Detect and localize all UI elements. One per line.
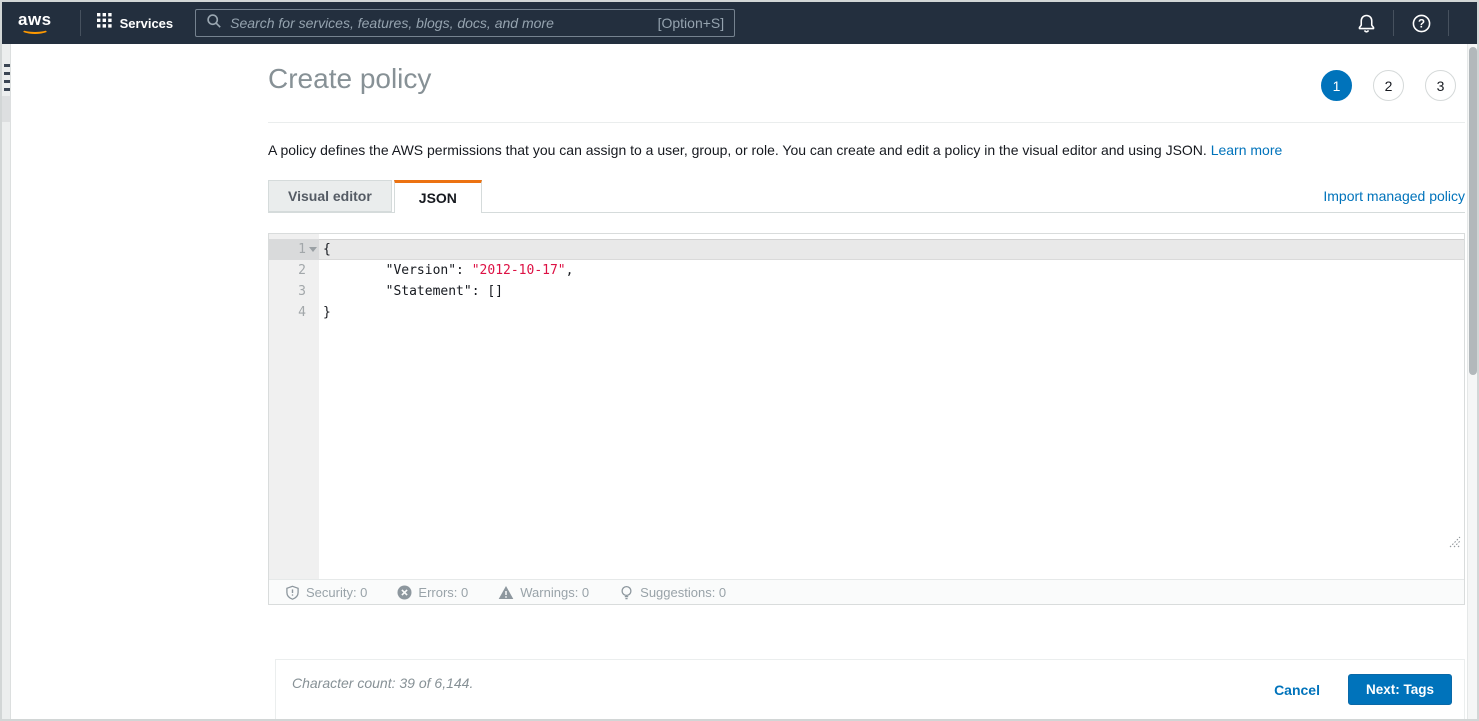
services-menu[interactable]: Services	[93, 13, 178, 33]
code-string-token: "2012-10-17"	[471, 263, 566, 278]
code-text: "Statement": []	[323, 284, 504, 299]
next-tags-button[interactable]: Next: Tags	[1347, 674, 1452, 705]
json-policy-editor[interactable]: 1 { 2 "Version": "2012-10-17", 3 "Statem…	[268, 233, 1465, 605]
tab-json[interactable]: JSON	[393, 180, 482, 213]
editor-resize-handle[interactable]	[1447, 534, 1461, 548]
header-divider	[268, 122, 1465, 123]
editor-status-bar: Security: 0 Errors: 0 Warnings: 0 Sugges…	[269, 579, 1464, 604]
bell-icon	[1358, 14, 1374, 33]
line-number: 3	[298, 284, 306, 299]
code-text: }	[323, 305, 331, 320]
hamburger-menu-icon	[4, 88, 10, 91]
shield-icon	[286, 585, 299, 600]
search-shortcut-hint: [Option+S]	[657, 15, 725, 31]
svg-text:?: ?	[1417, 18, 1424, 30]
code-plain: "Version":	[323, 263, 472, 278]
aws-smile-swoosh	[20, 25, 49, 34]
step-3-indicator: 3	[1425, 70, 1456, 101]
help-button[interactable]: ?	[1406, 8, 1436, 38]
step-1-indicator: 1	[1321, 70, 1352, 101]
page-title: Create policy	[268, 63, 432, 94]
learn-more-link[interactable]: Learn more	[1211, 142, 1283, 158]
aws-logo[interactable]: aws	[18, 11, 52, 34]
warnings-status-label: Warnings: 0	[520, 584, 590, 600]
errors-status-label: Errors: 0	[418, 584, 469, 600]
editor-tabbar: Visual editor JSON Import managed policy	[268, 180, 1465, 213]
character-count: Character count: 39 of 6,144.	[292, 675, 474, 691]
footer-actions: Cancel Next: Tags	[1274, 674, 1452, 705]
code-text: "Version": "2012-10-17",	[319, 260, 1464, 281]
security-status: Security: 0	[285, 585, 367, 600]
page-scrollbar[interactable]	[1467, 44, 1477, 719]
code-line[interactable]: 3 "Statement": []	[269, 281, 1464, 302]
topbar-divider	[1393, 10, 1394, 36]
hamburger-menu-icon	[4, 80, 10, 83]
search-placeholder: Search for services, features, blogs, do…	[230, 15, 554, 31]
rail-shadow-block	[2, 96, 11, 122]
tab-visual-editor[interactable]: Visual editor	[268, 180, 392, 212]
topbar-divider	[1448, 10, 1449, 36]
policy-description-text: A policy defines the AWS permissions tha…	[268, 141, 1449, 159]
wizard-steps: 1 2 3	[1321, 70, 1456, 101]
warnings-status: Warnings: 0	[498, 585, 589, 600]
code-line[interactable]: 1 {	[269, 239, 1464, 260]
collapsed-sidebar-rail[interactable]	[2, 44, 11, 719]
wizard-footer: Character count: 39 of 6,144. Cancel Nex…	[275, 659, 1465, 719]
lightbulb-icon	[621, 585, 632, 599]
line-number: 4	[298, 305, 306, 320]
warning-icon	[498, 585, 514, 599]
hamburger-menu-icon	[4, 64, 10, 67]
services-grid-icon	[96, 13, 112, 33]
notifications-button[interactable]	[1351, 8, 1381, 38]
suggestions-status-label: Suggestions: 0	[640, 584, 727, 600]
line-number: 2	[298, 263, 306, 278]
code-rows: 1 { 2 "Version": "2012-10-17", 3 "Statem…	[269, 239, 1464, 323]
hamburger-menu-icon	[4, 72, 10, 75]
suggestions-status: Suggestions: 0	[619, 585, 726, 600]
topbar-right-group: ?	[1351, 8, 1461, 38]
help-icon: ?	[1412, 14, 1430, 32]
security-status-label: Security: 0	[306, 584, 368, 600]
top-navigation-bar: aws Services Search for services, featur…	[2, 2, 1477, 44]
services-label: Services	[119, 15, 174, 31]
search-input[interactable]: Search for services, features, blogs, do…	[195, 9, 736, 37]
search-icon	[206, 13, 222, 34]
step-2-indicator: 2	[1373, 70, 1404, 101]
error-icon	[397, 585, 412, 599]
code-text: {	[319, 239, 1464, 260]
import-managed-policy-link[interactable]: Import managed policy	[1323, 188, 1465, 204]
description-text: A policy defines the AWS permissions tha…	[268, 142, 1211, 158]
errors-status: Errors: 0	[397, 585, 468, 600]
code-line[interactable]: 4 }	[269, 302, 1464, 323]
code-area[interactable]: 1 { 2 "Version": "2012-10-17", 3 "Statem…	[269, 234, 1464, 579]
code-plain: ,	[565, 263, 574, 278]
cancel-button[interactable]: Cancel	[1274, 682, 1320, 698]
scrollbar-thumb[interactable]	[1469, 47, 1477, 375]
line-number: 1	[269, 239, 319, 260]
fold-arrow-icon[interactable]	[309, 247, 317, 252]
topbar-divider	[79, 10, 81, 36]
code-line[interactable]: 2 "Version": "2012-10-17",	[269, 260, 1464, 281]
